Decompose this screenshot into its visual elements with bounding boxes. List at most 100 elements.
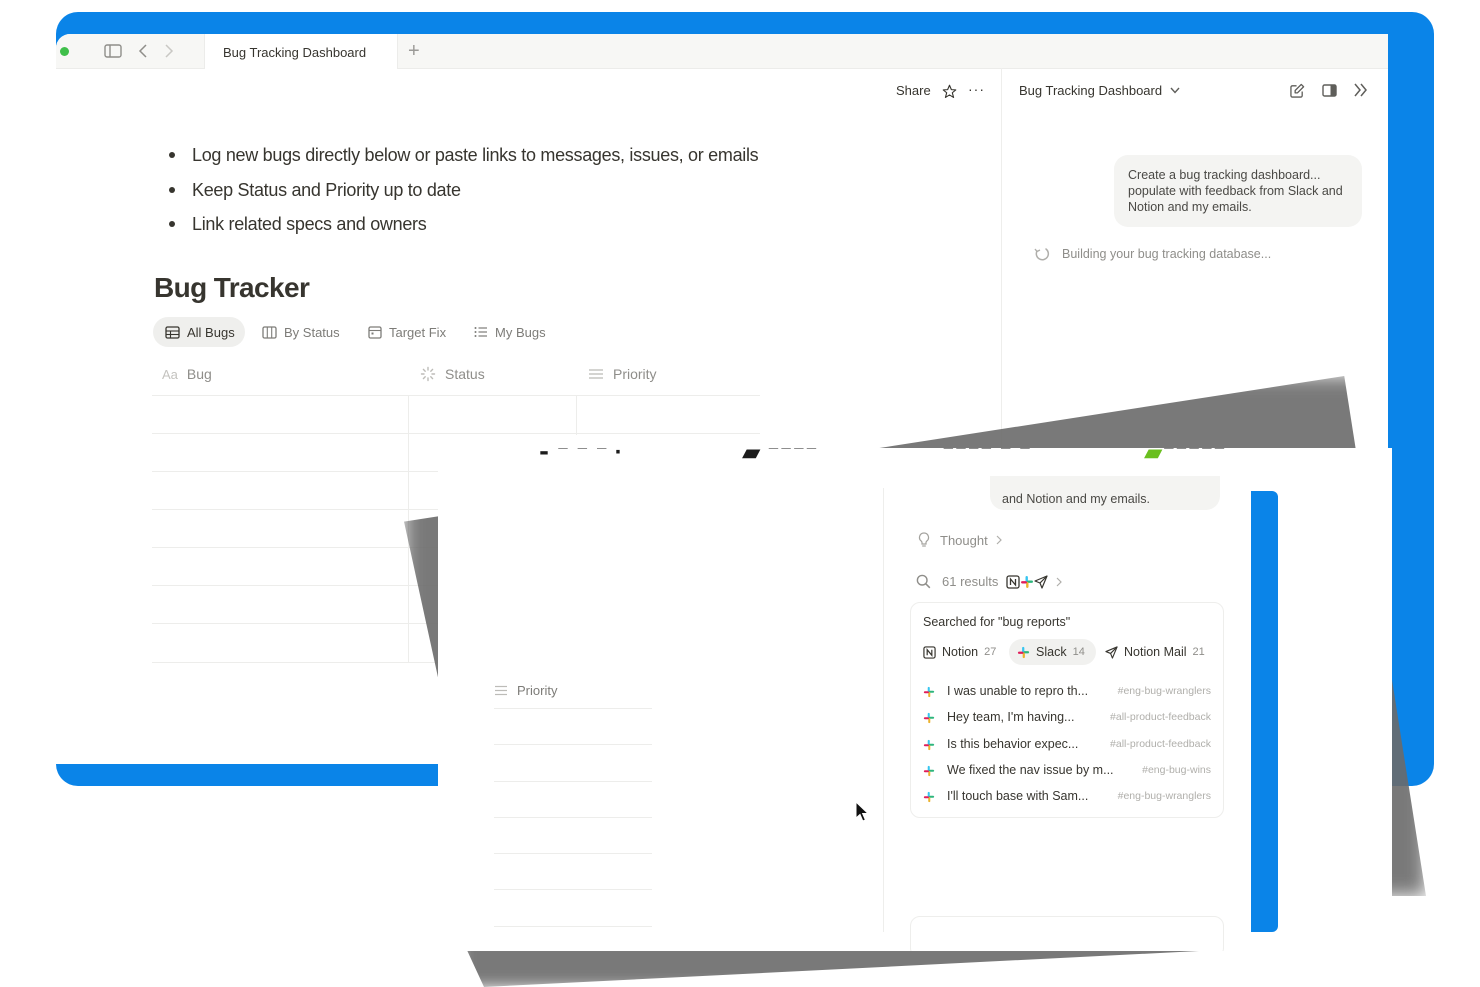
source-filter-notion[interactable]: Notion 27 — [923, 639, 996, 665]
list-item[interactable]: Is this behavior expec... #all-product-f… — [923, 732, 1211, 758]
table-row[interactable] — [494, 889, 652, 890]
bullet-list: Log new bugs directly below or paste lin… — [166, 138, 759, 242]
source-count: 27 — [984, 646, 997, 658]
select-list-icon — [495, 685, 507, 696]
chevron-down-icon — [1170, 87, 1180, 94]
table-row[interactable] — [152, 395, 760, 396]
column-divider — [576, 395, 577, 435]
calendar-icon — [368, 326, 382, 339]
column-header-label: Priority — [613, 366, 657, 382]
view-tab-by-status[interactable]: By Status — [262, 317, 340, 347]
table-row[interactable] — [494, 853, 652, 854]
table-icon — [165, 325, 180, 339]
table-row[interactable] — [494, 781, 652, 782]
status-building-label: Building your bug tracking database... — [1062, 247, 1272, 261]
list-item[interactable]: We fixed the nav issue by m... #eng-bug-… — [923, 758, 1211, 784]
slack-icon — [923, 712, 935, 724]
share-button[interactable]: Share — [896, 83, 931, 98]
chat-input[interactable] — [910, 916, 1224, 951]
table-row[interactable] — [152, 433, 760, 434]
view-tab-label: By Status — [284, 324, 340, 340]
view-tab-my-bugs[interactable]: My Bugs — [474, 317, 546, 347]
select-list-icon — [589, 369, 603, 379]
column-header-label: Priority — [517, 683, 558, 698]
result-channel: #all-product-feedback — [1110, 711, 1211, 723]
app-window-front: ⁃ ⁻ ⁻ ⁻ · ▰ ⁻⁻⁻⁻ ⁻⁻⁻⁻ ⁻ ⁻ ▰⁻⁻⁻⁻⁻ Priorit… — [438, 448, 1392, 951]
view-tab-label: Target Fix — [389, 324, 447, 340]
status-building: Building your bug tracking database... — [1034, 247, 1271, 261]
slack-icon — [1017, 646, 1030, 658]
source-name: Notion — [942, 645, 979, 659]
search-icon — [916, 574, 931, 589]
bullet-item[interactable]: Link related specs and owners — [166, 207, 758, 242]
source-name: Slack — [1036, 645, 1067, 659]
result-channel: #eng-bug-wranglers — [1117, 790, 1211, 802]
send-icon — [1034, 574, 1048, 589]
list-item[interactable]: I'll touch base with Sam... #eng-bug-wra… — [923, 784, 1211, 810]
column-header-bug[interactable]: Aa Bug — [162, 366, 212, 382]
bullet-item[interactable]: Keep Status and Priority up to date — [166, 173, 758, 208]
list-icon — [474, 327, 487, 337]
back-arrow-icon[interactable] — [138, 44, 148, 58]
thought-label: Thought — [940, 532, 988, 548]
table-row[interactable] — [494, 708, 652, 709]
lightbulb-icon — [918, 532, 930, 547]
forward-arrow-icon[interactable] — [164, 44, 174, 58]
more-icon[interactable]: ··· — [968, 81, 985, 97]
table-row[interactable] — [494, 744, 652, 745]
cursor-icon — [855, 801, 869, 823]
source-filter-slack[interactable]: Slack 14 — [1009, 639, 1096, 665]
view-tab-all-bugs[interactable]: All Bugs — [153, 317, 245, 347]
result-text: We fixed the nav issue by m... — [947, 763, 1114, 777]
slack-icon — [923, 739, 935, 751]
chevron-right-icon — [1056, 577, 1063, 586]
list-item[interactable]: Hey team, I'm having... #all-product-fee… — [923, 705, 1211, 731]
panel-divider — [883, 488, 884, 932]
user-prompt-bubble: Create a bug tracking dashboard... popul… — [1114, 155, 1362, 227]
search-query-label: Searched for "bug reports" — [923, 615, 1071, 629]
column-header-priority[interactable]: Priority — [494, 683, 557, 698]
search-results-toggle[interactable]: 61 results — [916, 574, 1063, 589]
prompt-tail-text: and Notion and my emails. — [1002, 492, 1150, 506]
panel-layout-icon[interactable] — [1322, 84, 1337, 97]
panel-title-dropdown[interactable]: Bug Tracking Dashboard — [1019, 83, 1180, 98]
slack-icon — [923, 765, 935, 777]
collapse-icon[interactable] — [1353, 83, 1368, 97]
column-header-priority[interactable]: Priority — [588, 366, 657, 382]
table-row[interactable] — [494, 926, 652, 927]
table-row[interactable] — [494, 817, 652, 818]
window-zoom-button[interactable] — [60, 47, 69, 56]
list-item[interactable]: I was unable to repro th... #eng-bug-wra… — [923, 679, 1211, 705]
thought-toggle[interactable]: Thought — [918, 532, 1012, 548]
result-text: I was unable to repro th... — [947, 684, 1089, 698]
result-channel: #eng-bug-wins — [1142, 764, 1211, 776]
slack-icon — [923, 791, 935, 803]
source-filter-notion-mail[interactable]: Notion Mail 21 — [1105, 639, 1205, 665]
star-icon[interactable] — [942, 84, 957, 99]
browser-tab-title: Bug Tracking Dashboard — [223, 45, 367, 60]
spinner-icon — [1034, 248, 1050, 261]
status-icon — [420, 366, 436, 382]
result-text: Is this behavior expec... — [947, 737, 1079, 751]
result-text: Hey team, I'm having... — [947, 710, 1075, 724]
column-header-label: Status — [445, 366, 485, 382]
view-tab-label: All Bugs — [187, 324, 235, 340]
title-bar: Bug Tracking Dashboard + — [56, 34, 1388, 69]
new-chat-icon[interactable] — [1290, 83, 1305, 98]
column-header-status[interactable]: Status — [420, 366, 485, 382]
panel-title-label: Bug Tracking Dashboard — [1019, 83, 1163, 98]
result-channel: #eng-bug-wranglers — [1117, 685, 1211, 697]
notion-icon — [923, 645, 936, 659]
browser-tab-active[interactable]: Bug Tracking Dashboard — [204, 34, 398, 69]
database-title[interactable]: Bug Tracker — [154, 272, 310, 304]
result-channel: #all-product-feedback — [1110, 738, 1211, 750]
view-tab-target-fix[interactable]: Target Fix — [368, 317, 446, 347]
bullet-item[interactable]: Log new bugs directly below or paste lin… — [166, 138, 759, 173]
new-tab-button[interactable]: + — [408, 41, 420, 61]
search-results-card: Searched for "bug reports" Notion 27 Sla… — [910, 602, 1224, 818]
sidebar-toggle-icon[interactable] — [104, 44, 122, 58]
source-count: 21 — [1192, 646, 1205, 658]
source-count: 14 — [1072, 646, 1085, 658]
column-header-label: Bug — [186, 366, 212, 382]
window-frame-front-edge — [1251, 491, 1278, 932]
